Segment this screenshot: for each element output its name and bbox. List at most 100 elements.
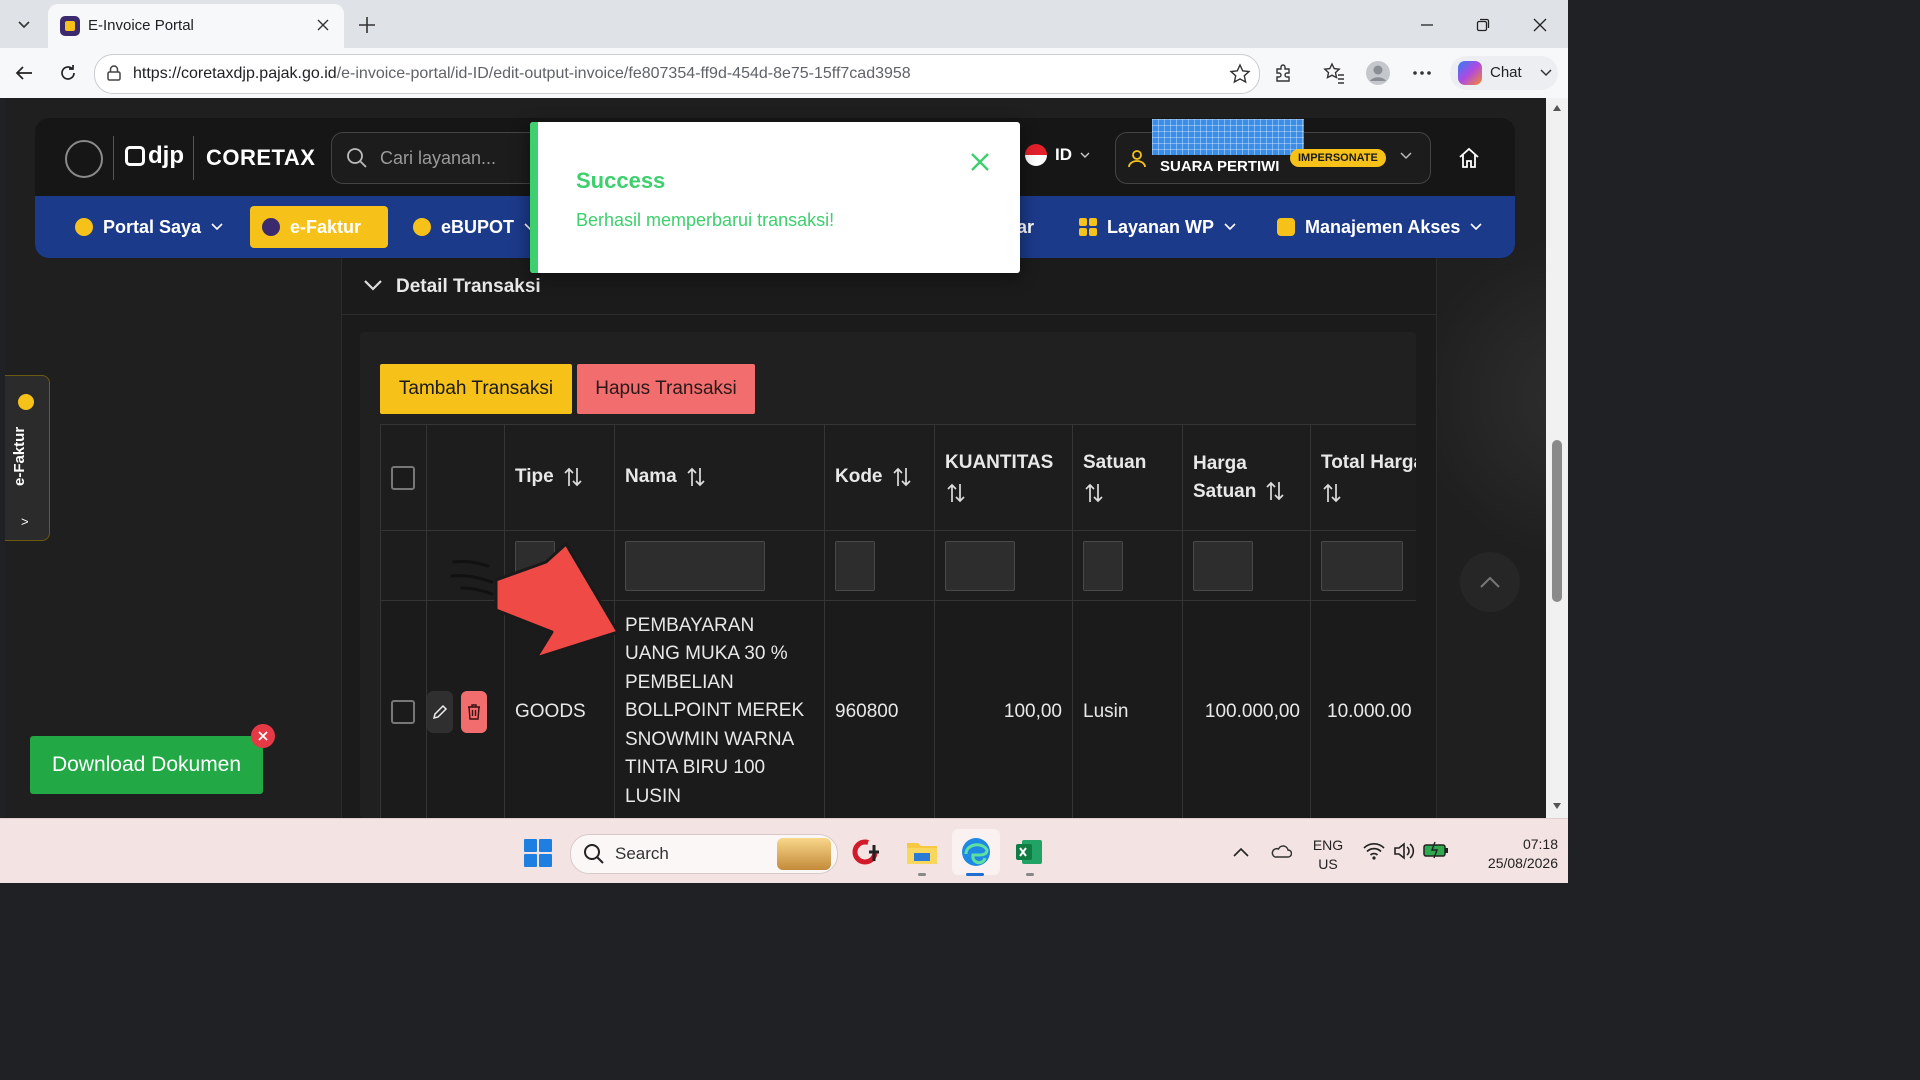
indonesia-flag-icon [1025, 144, 1047, 166]
battery-charging-icon[interactable] [1423, 841, 1449, 859]
nav-layanan-wp[interactable]: Layanan WP [1067, 206, 1248, 248]
chevron-up-icon [1480, 576, 1500, 588]
chevron-up-icon[interactable] [1233, 847, 1249, 857]
tab-actions-menu-button[interactable] [6, 7, 42, 41]
taskbar-search-box[interactable]: Search [570, 834, 838, 874]
scroll-down-arrow-icon[interactable] [1552, 802, 1562, 810]
tab-close-button[interactable] [312, 14, 334, 36]
nav-portal-saya[interactable]: Portal Saya [63, 206, 235, 248]
filter-satuan-input[interactable] [1083, 540, 1123, 591]
filter-kode-input[interactable] [835, 540, 875, 591]
e-faktur-icon [262, 218, 280, 236]
input-language-bottom[interactable]: US [1305, 856, 1351, 872]
filter-kuantitas-input[interactable] [945, 540, 1015, 591]
user-name: SUARA PERTIWI [1160, 158, 1280, 175]
volume-icon[interactable] [1393, 841, 1415, 861]
filter-cell [614, 530, 825, 601]
filter-cell [1072, 530, 1183, 601]
trash-icon [468, 703, 480, 720]
reload-icon [61, 65, 75, 80]
window-minimize-button[interactable] [1414, 12, 1440, 38]
scroll-to-top-button[interactable] [1460, 552, 1520, 612]
profile-button[interactable] [1365, 60, 1391, 86]
header-label: Kode [835, 466, 883, 488]
kemenkeu-seal-logo[interactable] [65, 140, 103, 178]
back-button[interactable] [11, 60, 37, 86]
scrollbar-thumb[interactable] [1552, 440, 1562, 602]
edit-row-button[interactable] [427, 690, 453, 733]
coretax-taskbar-app[interactable] [850, 835, 884, 869]
header-label: KUANTITAS [945, 451, 1054, 473]
sort-icon[interactable] [1083, 482, 1105, 504]
download-dismiss-button[interactable] [251, 724, 275, 748]
toast-close-icon[interactable] [970, 152, 990, 172]
url-input[interactable]: https://coretaxdjp.pajak.go.id/e-invoice… [94, 54, 1260, 94]
browser-menu-button[interactable] [1409, 60, 1435, 86]
wifi-icon[interactable] [1363, 841, 1385, 861]
filter-total-harga-input[interactable] [1321, 540, 1403, 591]
cell-harga-satuan: 100.000,00 [1182, 600, 1311, 818]
lock-icon[interactable] [105, 64, 123, 82]
header-harga-satuan[interactable]: Harga Satuan [1182, 424, 1311, 531]
browser-tab-active[interactable]: E-Invoice Portal [48, 4, 344, 48]
more-horizontal-icon [1413, 71, 1431, 75]
sort-icon[interactable] [945, 482, 967, 504]
nav-ebupot[interactable]: eBUPOT [401, 206, 548, 248]
download-dokumen-button[interactable]: Download Dokumen [30, 736, 263, 794]
favorites-button[interactable] [1321, 60, 1347, 86]
edge-taskbar-app[interactable] [959, 835, 993, 869]
input-language-top[interactable]: ENG [1305, 837, 1351, 853]
sort-icon[interactable] [562, 466, 584, 488]
cell-satuan: Lusin [1072, 600, 1183, 818]
sort-icon[interactable] [1321, 482, 1343, 504]
url-path: /e-invoice-portal/id-ID/edit-output-invo… [336, 65, 911, 82]
coretax-logo[interactable]: CORETAX [206, 145, 315, 171]
header-kode[interactable]: Kode [824, 424, 935, 531]
window-close-button[interactable] [1527, 12, 1553, 38]
e-faktur-side-tab[interactable]: e-Faktur > [5, 375, 50, 541]
home-icon[interactable] [1457, 146, 1481, 170]
hapus-transaksi-button[interactable]: Hapus Transaksi [577, 364, 755, 414]
sort-icon[interactable] [685, 466, 707, 488]
file-explorer-taskbar-app[interactable] [905, 835, 939, 869]
user-account-menu[interactable]: SUARA PERTIWI IMPERSONATE [1115, 119, 1431, 184]
copilot-chat-button[interactable]: Chat [1450, 56, 1558, 90]
copilot-icon [1458, 61, 1482, 85]
new-tab-button[interactable] [354, 12, 380, 38]
djp-mark-icon [125, 146, 145, 166]
taskbar-clock-time[interactable]: 07:18 [1466, 836, 1558, 852]
scroll-up-arrow-icon[interactable] [1552, 104, 1562, 112]
row-checkbox[interactable] [391, 699, 415, 724]
star-icon[interactable] [1229, 63, 1251, 85]
tambah-transaksi-button[interactable]: Tambah Transaksi [380, 364, 572, 414]
service-search-input[interactable] [378, 145, 542, 171]
filter-harga-satuan-input[interactable] [1193, 540, 1253, 591]
language-selector[interactable]: ID [1025, 144, 1090, 166]
delete-row-button[interactable] [461, 690, 487, 733]
header-kuantitas[interactable]: KUANTITAS [934, 424, 1073, 531]
sort-icon[interactable] [1264, 480, 1286, 502]
header-satuan[interactable]: Satuan [1072, 424, 1183, 531]
nav-manajemen-akses[interactable]: Manajemen Akses [1265, 206, 1494, 248]
window-restore-button[interactable] [1470, 12, 1496, 38]
djp-logo[interactable]: djp [125, 142, 184, 170]
onedrive-cloud-icon[interactable] [1270, 841, 1292, 861]
nav-e-faktur[interactable]: e-Faktur [250, 206, 388, 248]
header-tipe[interactable]: Tipe [504, 424, 615, 531]
coretax-app-icon [852, 839, 879, 865]
sort-icon[interactable] [891, 466, 913, 488]
filter-nama-input[interactable] [625, 540, 765, 591]
excel-taskbar-app[interactable] [1012, 835, 1046, 869]
excel-icon [1016, 840, 1042, 864]
reload-button[interactable] [55, 60, 81, 86]
success-toast: Success Berhasil memperbarui transaksi! [530, 122, 1020, 273]
side-tab-arrow: > [21, 514, 29, 529]
extensions-button[interactable] [1271, 60, 1297, 86]
select-all-checkbox[interactable] [391, 465, 415, 490]
header-total-harga[interactable]: Total Harga [1310, 424, 1416, 531]
service-search-box[interactable] [331, 132, 543, 184]
taskbar-clock-date[interactable]: 25/08/2026 [1456, 855, 1558, 871]
header-nama[interactable]: Nama [614, 424, 825, 531]
page-scrollbar[interactable] [1546, 98, 1568, 818]
windows-start-icon[interactable] [524, 839, 552, 867]
